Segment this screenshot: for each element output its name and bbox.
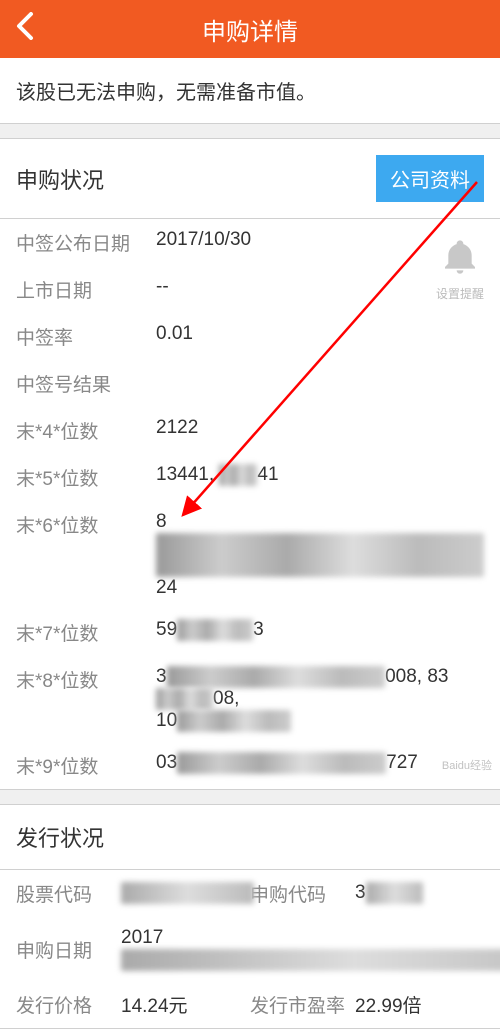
row-price-pe: 发行价格 14.24元 发行市盈率 22.99倍 — [0, 981, 500, 1028]
label-last4: 末*4*位数 — [16, 417, 156, 444]
label-result: 中签号结果 — [16, 370, 156, 397]
row-announce-date: 中签公布日期 2017/10/30 — [0, 219, 500, 266]
masked-text: xxxxxxxxxxxxxxxxxxxxxxx — [167, 666, 386, 688]
value-sub-date: 2017xxxxxxxxxxxxxxxxxxxxxxxxxxxxxxxxxxxx… — [121, 927, 500, 971]
watermark: Baidu经验 — [442, 757, 492, 773]
value-listing-date: -- — [156, 276, 169, 298]
masked-text: xxxxxxxxxxxx — [177, 710, 291, 732]
label-sub-code: 申购代码 — [250, 880, 355, 907]
value-last4: 2122 — [156, 417, 198, 439]
masked-text: xxxxxxxxxxxxxxxxxxxxxx — [177, 752, 386, 774]
row-last6: 末*6*位数 8xxxxxxxxxxx, xxxxxxxxxxxxxxxxxxx… — [0, 501, 500, 609]
masked-text: xxxxxx — [156, 688, 213, 710]
label-stock-code: 股票代码 — [16, 880, 121, 907]
masked-text: xxxxxxxxxxx, xxxxxxxxxxxxxxxxxxxxxxxxxx — [156, 533, 484, 577]
value-stock-code: xxxxxxxxxxxxxx — [121, 882, 254, 904]
issue-data: 股票代码 xxxxxxxxxxxxxx 申购代码 3xxxxxx 申购日期 20… — [0, 870, 500, 1029]
value-sub-code: 3xxxxxx — [355, 882, 423, 904]
value-hit-rate: 0.01 — [156, 323, 193, 345]
chevron-left-icon — [16, 12, 34, 40]
row-last9: 末*9*位数 03xxxxxxxxxxxxxxxxxxxxxx727 — [0, 742, 500, 789]
value-last8: 3xxxxxxxxxxxxxxxxxxxxxxx008, 83xxxxxx08,… — [156, 666, 484, 732]
row-hit-rate: 中签率 0.01 — [0, 313, 500, 360]
label-last9: 末*9*位数 — [16, 752, 156, 779]
notice-bar: 该股已无法申购，无需准备市值。 — [0, 58, 500, 124]
row-sub-date: 申购日期 2017xxxxxxxxxxxxxxxxxxxxxxxxxxxxxxx… — [0, 917, 500, 981]
row-result: 中签号结果 — [0, 360, 500, 407]
set-reminder-button[interactable]: 设置提醒 — [436, 237, 484, 302]
row-last7: 末*7*位数 59xxxxxxxx3 — [0, 609, 500, 656]
label-last8: 末*8*位数 — [16, 666, 156, 693]
subscription-data: 设置提醒 中签公布日期 2017/10/30 上市日期 -- 中签率 0.01 … — [0, 219, 500, 790]
label-announce-date: 中签公布日期 — [16, 229, 156, 256]
company-info-button[interactable]: 公司资料 — [376, 155, 484, 202]
subscription-title: 申购状况 — [16, 163, 104, 195]
reminder-label: 设置提醒 — [436, 285, 484, 302]
value-last6: 8xxxxxxxxxxx, xxxxxxxxxxxxxxxxxxxxxxxxxx… — [156, 511, 484, 599]
back-button[interactable] — [16, 12, 34, 47]
issue-title: 发行状况 — [16, 821, 104, 853]
value-last5: 13441, xxxx41 — [156, 464, 279, 486]
row-last8: 末*8*位数 3xxxxxxxxxxxxxxxxxxxxxxx008, 83xx… — [0, 656, 500, 742]
bell-icon — [436, 237, 484, 283]
subscription-header: 申购状况 公司资料 — [0, 138, 500, 219]
masked-text: xxxxxxxxxxxxxx — [121, 882, 254, 904]
value-issue-price: 14.24元 — [121, 991, 188, 1018]
value-last7: 59xxxxxxxx3 — [156, 619, 264, 641]
masked-text: xxxx — [219, 464, 257, 486]
row-codes: 股票代码 xxxxxxxxxxxxxx 申购代码 3xxxxxx — [0, 870, 500, 917]
issue-header: 发行状况 — [0, 804, 500, 870]
label-issue-price: 发行价格 — [16, 991, 121, 1018]
masked-text: xxxxxxxxxxxxxxxxxxxxxxxxxxxxxxxxxxxxxxxx… — [121, 949, 500, 971]
label-sub-date: 申购日期 — [16, 936, 121, 963]
row-last5: 末*5*位数 13441, xxxx41 — [0, 454, 500, 501]
label-listing-date: 上市日期 — [16, 276, 156, 303]
value-announce-date: 2017/10/30 — [156, 229, 251, 251]
masked-text: xxxxxxxx — [177, 619, 253, 641]
label-last6: 末*6*位数 — [16, 511, 156, 538]
label-pe-ratio: 发行市盈率 — [250, 991, 355, 1018]
label-hit-rate: 中签率 — [16, 323, 156, 350]
page-title: 申购详情 — [0, 12, 500, 47]
value-pe-ratio: 22.99倍 — [355, 991, 422, 1018]
app-header: 申购详情 — [0, 0, 500, 58]
row-listing-date: 上市日期 -- — [0, 266, 500, 313]
masked-text: xxxxxx — [366, 882, 423, 904]
label-last7: 末*7*位数 — [16, 619, 156, 646]
row-last4: 末*4*位数 2122 — [0, 407, 500, 454]
label-last5: 末*5*位数 — [16, 464, 156, 491]
value-last9: 03xxxxxxxxxxxxxxxxxxxxxx727 — [156, 752, 418, 774]
